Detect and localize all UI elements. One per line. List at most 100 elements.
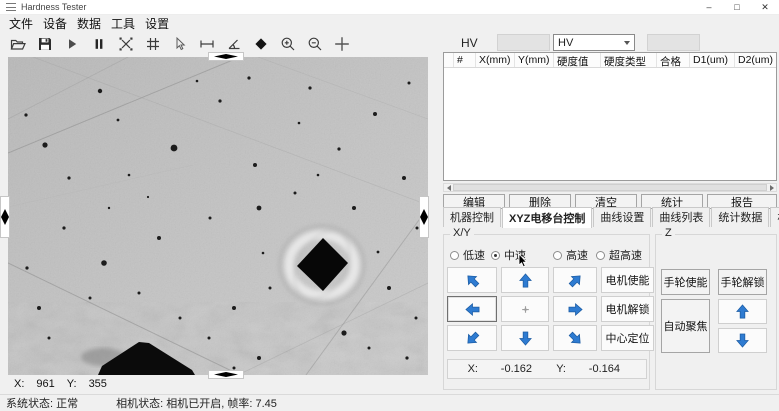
crosshair-button[interactable] (328, 33, 355, 54)
length-measure-icon (199, 36, 215, 52)
y-position-label: Y: (536, 363, 566, 375)
table-horizontal-scrollbar[interactable] (443, 183, 777, 192)
tab-photo-album[interactable]: 相册 (770, 207, 779, 227)
save-icon (37, 36, 53, 52)
toolbar (4, 33, 355, 54)
arrow-down-icon (735, 333, 750, 348)
zoom-in-icon (280, 36, 296, 52)
chevron-down-icon (624, 41, 630, 45)
results-table-body[interactable] (444, 68, 776, 180)
hardness-scale-select[interactable]: HV (553, 34, 635, 51)
move-right-button[interactable] (553, 296, 597, 322)
handwheel-unlock-button[interactable]: 手轮解锁 (718, 269, 767, 295)
left-stage-marker[interactable] (0, 196, 10, 238)
microscope-image (8, 57, 428, 375)
play-button[interactable] (58, 33, 85, 54)
window-title: Hardness Tester (21, 2, 86, 12)
y-position-value: -0.164 (566, 363, 624, 375)
top-stage-marker[interactable] (208, 52, 244, 61)
move-down-right-button[interactable] (553, 325, 597, 351)
menu-data[interactable]: 数据 (72, 14, 106, 33)
col-pass: 合格 (657, 53, 690, 67)
system-status-label: 系统状态: (6, 398, 53, 410)
arrow-up-icon (735, 304, 750, 319)
arrow-down-left-icon (461, 327, 482, 348)
move-button-grid: 电机使能 电机解锁 中心定位 (447, 267, 654, 351)
grid-button[interactable] (139, 33, 166, 54)
pointer-button[interactable] (166, 33, 193, 54)
col-hardness-type: 硬度类型 (601, 53, 657, 67)
move-left-button[interactable] (447, 296, 497, 322)
col-x: X(mm) (476, 53, 515, 67)
tab-xyz-stage-control[interactable]: XYZ电移台控制 (502, 207, 592, 228)
radio-circle (491, 251, 500, 260)
pointer-icon (172, 36, 188, 52)
pixel-x-value: 961 (36, 378, 54, 390)
hv-value-field[interactable] (497, 34, 550, 51)
marker-diamond-icon (214, 54, 238, 59)
scroll-left-icon[interactable] (444, 184, 453, 191)
tab-machine-control[interactable]: 机器控制 (443, 207, 501, 227)
motor-unlock-button[interactable]: 电机解锁 (601, 296, 654, 322)
z-up-button[interactable] (718, 299, 767, 324)
zoom-in-button[interactable] (274, 33, 301, 54)
z-down-button[interactable] (718, 328, 767, 353)
move-up-right-button[interactable] (553, 267, 597, 293)
indent-diamond-button[interactable] (247, 33, 274, 54)
tab-curve-settings[interactable]: 曲线设置 (593, 207, 651, 227)
status-bar: 系统状态: 正常 相机状态: 相机已开启, 帧率: 7.45 (0, 394, 779, 410)
pause-icon (91, 36, 107, 52)
results-table[interactable]: # X(mm) Y(mm) 硬度值 硬度类型 合格 D1(um) D2(um) (443, 52, 777, 181)
arrow-right-icon (568, 302, 583, 317)
save-button[interactable] (31, 33, 58, 54)
control-tabs: 机器控制 XYZ电移台控制 曲线设置 曲线列表 统计数据 相册 (443, 211, 777, 227)
col-hardness: 硬度值 (554, 53, 601, 67)
col-y: Y(mm) (515, 53, 554, 67)
radio-label: 低速 (463, 247, 485, 263)
pixel-y-value: 355 (89, 378, 107, 390)
scrollbar-thumb[interactable] (453, 184, 767, 191)
menu-settings[interactable]: 设置 (140, 14, 174, 33)
camera-status-value: 相机已开启, 帧率: 7.45 (166, 398, 277, 410)
auto-point-button[interactable] (112, 33, 139, 54)
z-panel-title: Z (662, 227, 675, 239)
radio-ultra-high-speed[interactable]: 超高速 (596, 247, 642, 263)
tab-statistics-data[interactable]: 统计数据 (711, 207, 769, 227)
move-down-button[interactable] (501, 325, 549, 351)
indent-diamond-icon (253, 36, 269, 52)
scroll-right-icon[interactable] (767, 184, 776, 191)
row-selector-header (444, 53, 454, 67)
handwheel-enable-button[interactable]: 手轮使能 (661, 269, 710, 295)
auto-focus-button[interactable]: 自动聚焦 (661, 299, 710, 353)
move-up-left-button[interactable] (447, 267, 497, 293)
menu-tools[interactable]: 工具 (106, 14, 140, 33)
move-center-button[interactable] (501, 296, 549, 322)
menu-device[interactable]: 设备 (38, 14, 72, 33)
center-dot-icon (518, 302, 533, 317)
close-button[interactable]: ✕ (751, 0, 779, 15)
radio-circle (450, 251, 459, 260)
radio-low-speed[interactable]: 低速 (450, 247, 485, 263)
right-stage-marker[interactable] (419, 196, 429, 238)
extra-value-field[interactable] (647, 34, 700, 51)
open-file-button[interactable] (4, 33, 31, 54)
menu-file[interactable]: 文件 (4, 14, 38, 33)
tab-curve-list[interactable]: 曲线列表 (652, 207, 710, 227)
move-down-left-button[interactable] (447, 325, 497, 351)
zoom-out-button[interactable] (301, 33, 328, 54)
length-measure-button[interactable] (193, 33, 220, 54)
maximize-button[interactable]: □ (723, 0, 751, 15)
camera-image-view[interactable] (8, 57, 428, 375)
center-position-button[interactable]: 中心定位 (601, 325, 654, 351)
motor-enable-button[interactable]: 电机使能 (601, 267, 654, 293)
move-up-button[interactable] (501, 267, 549, 293)
open-file-icon (10, 36, 26, 52)
bottom-stage-marker[interactable] (208, 370, 244, 379)
arrow-down-right-icon (564, 327, 585, 348)
minimize-button[interactable]: – (695, 0, 723, 15)
arrow-down-icon (518, 331, 533, 346)
pause-button[interactable] (85, 33, 112, 54)
xy-position-readout: X: -0.162 Y: -0.164 (447, 359, 647, 379)
angle-measure-button[interactable] (220, 33, 247, 54)
radio-high-speed[interactable]: 高速 (553, 247, 588, 263)
